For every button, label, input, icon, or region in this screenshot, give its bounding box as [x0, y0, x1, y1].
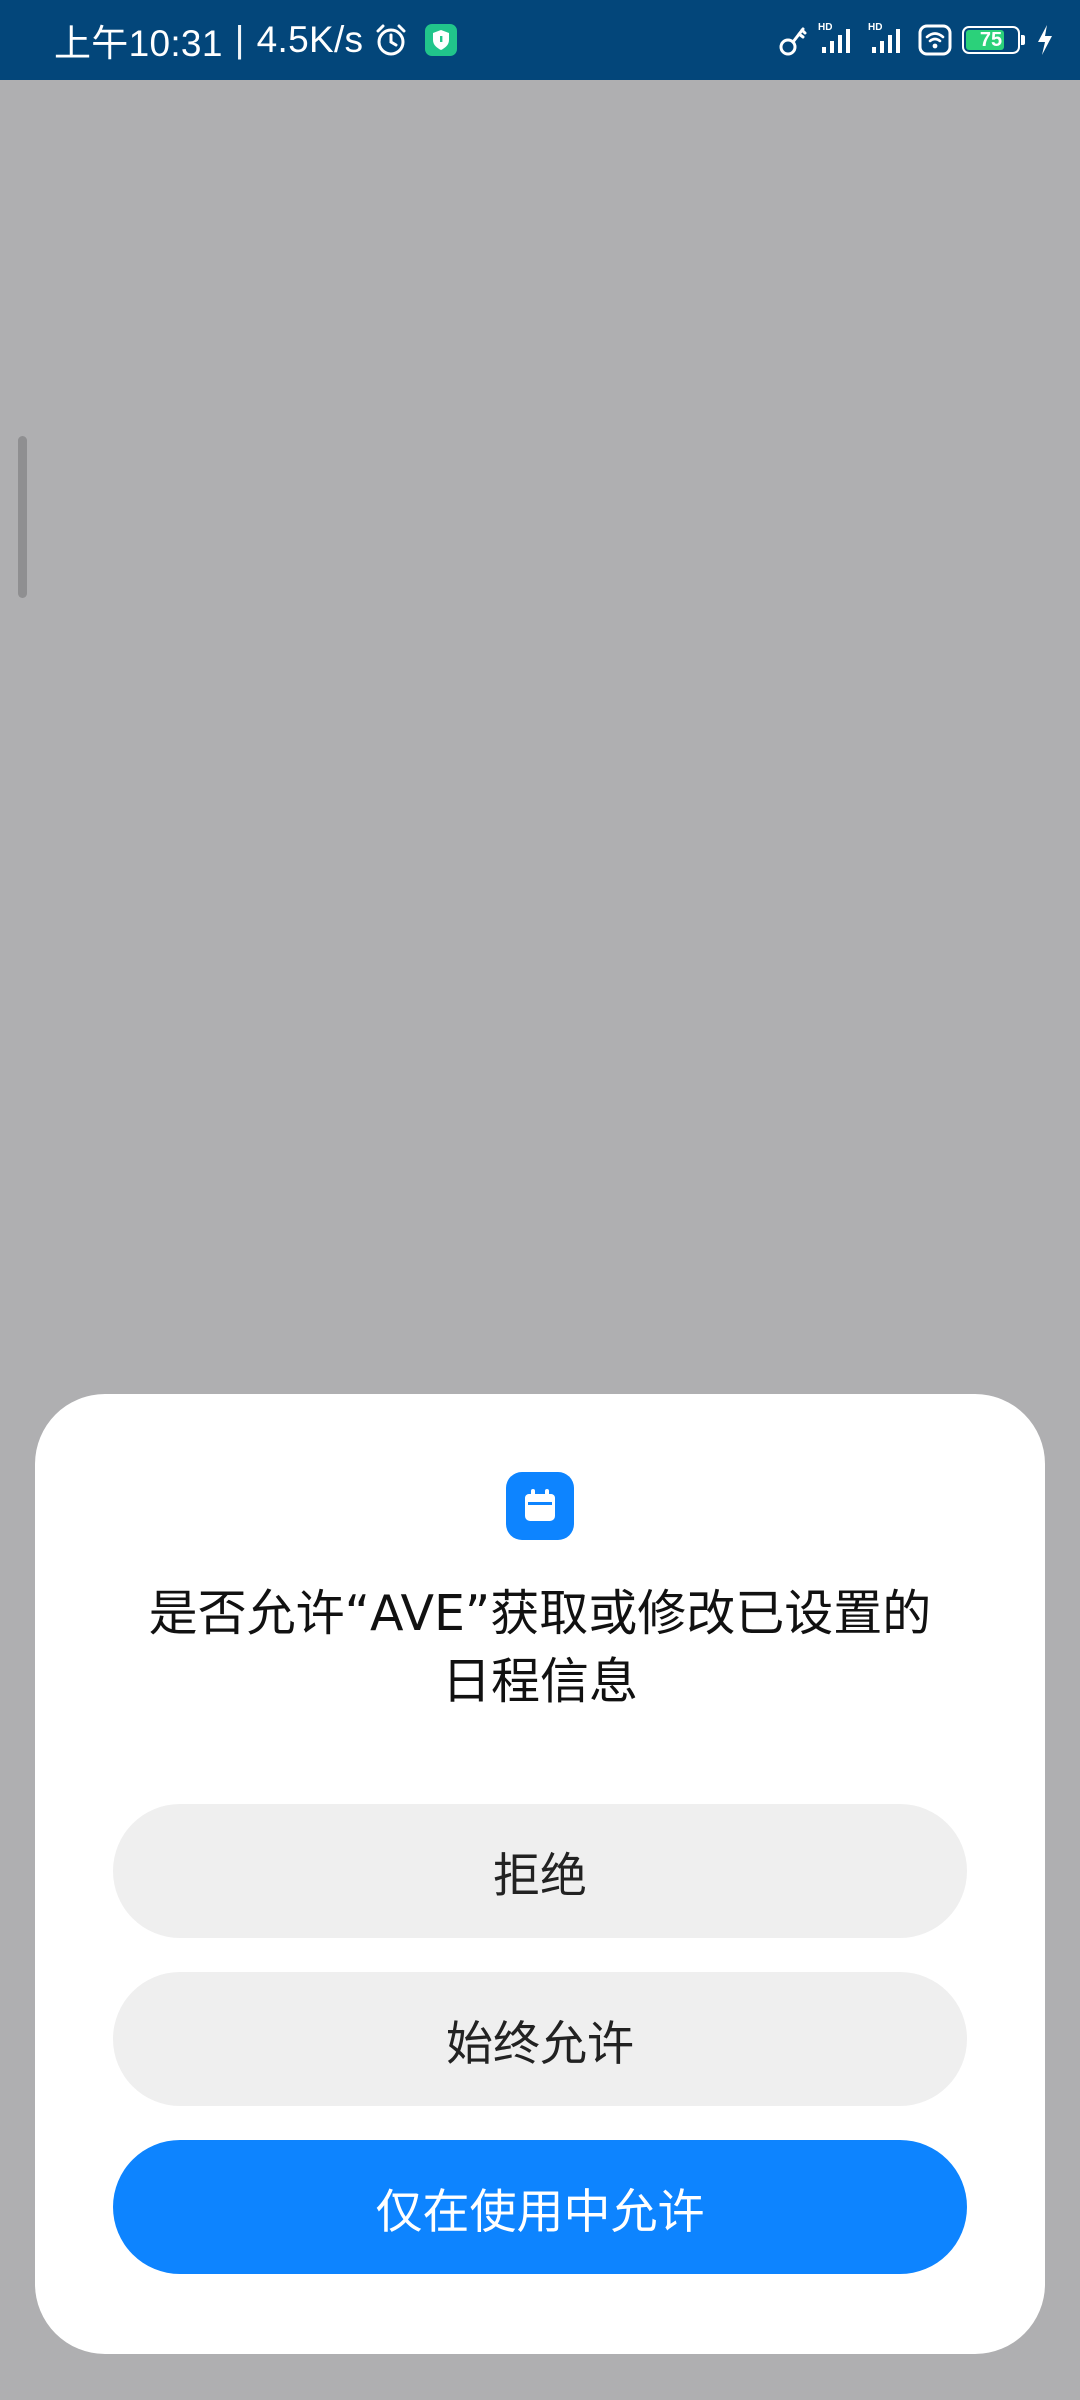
wifi-icon [918, 24, 952, 56]
signal-hd-icon: HD [868, 22, 908, 55]
signal-hd-label: HD [818, 22, 833, 33]
screen: 上午10:31 | 4.5K/s HD HD 75 是否允许“AVE”获取或修改… [0, 0, 1080, 2400]
status-left: 上午10:31 | 4.5K/s [54, 0, 458, 80]
status-net-speed: 4.5K/s [256, 19, 364, 60]
edge-drag-handle[interactable] [18, 436, 27, 598]
dialog-title-line1: 是否允许“AVE”获取或修改已设置的 [148, 1585, 932, 1642]
always-allow-button[interactable]: 始终允许 [113, 1972, 967, 2106]
battery-icon: 75 [962, 26, 1025, 54]
dialog-title-line2: 日程信息 [441, 1653, 638, 1710]
signal-hd-icon: HD [818, 22, 858, 55]
charging-bolt-icon [1036, 24, 1054, 56]
allow-while-using-button[interactable]: 仅在使用中允许 [113, 2140, 967, 2274]
shield-app-icon [425, 24, 458, 56]
deny-button[interactable]: 拒绝 [113, 1804, 967, 1938]
status-time: 上午10:31 [54, 23, 223, 64]
battery-level-text: 75 [979, 28, 1003, 51]
status-right: HD HD 75 [778, 0, 1054, 80]
permission-dialog: 是否允许“AVE”获取或修改已设置的 日程信息 拒绝 始终允许 仅在使用中允许 [35, 1394, 1045, 2354]
dialog-title: 是否允许“AVE”获取或修改已设置的 日程信息 [95, 1580, 985, 1716]
key-icon [778, 23, 808, 57]
signal-hd-label: HD [868, 22, 883, 33]
alarm-icon [373, 22, 409, 58]
status-separator: | [234, 19, 245, 60]
calendar-icon [506, 1472, 574, 1540]
status-bar: 上午10:31 | 4.5K/s HD HD 75 [0, 0, 1080, 80]
